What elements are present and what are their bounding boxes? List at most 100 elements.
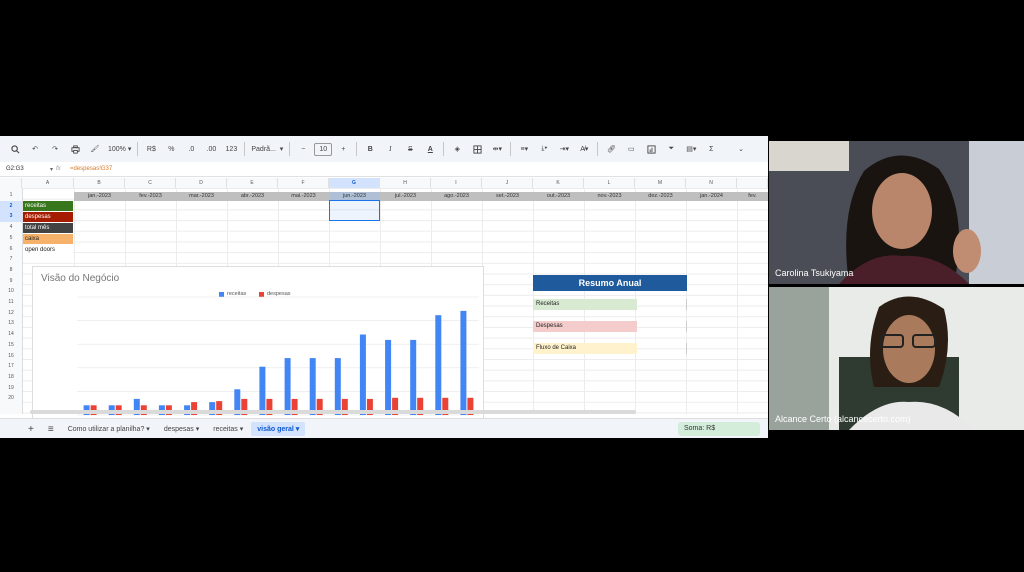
- resumo-value-despesas[interactable]: [637, 321, 687, 332]
- row-header[interactable]: 9: [0, 276, 22, 287]
- formula-input[interactable]: =despesas!G37: [70, 166, 112, 172]
- resumo-label-receitas[interactable]: Receitas: [533, 299, 637, 310]
- row-header[interactable]: 17: [0, 361, 22, 372]
- text-wrap-icon[interactable]: ⇥▾: [555, 141, 573, 157]
- column-header[interactable]: F: [278, 178, 329, 188]
- fill-color-icon[interactable]: ◈: [448, 141, 466, 157]
- row-header[interactable]: 18: [0, 372, 22, 383]
- cell-month-header[interactable]: set.-2023: [482, 192, 533, 201]
- decrease-font-size-button[interactable]: −: [294, 141, 312, 157]
- insert-link-icon[interactable]: 🔗︎: [602, 141, 620, 157]
- add-sheet-button[interactable]: +: [22, 422, 40, 436]
- cell-month-header[interactable]: out.-2023: [533, 192, 584, 201]
- cell-selection[interactable]: [329, 200, 380, 221]
- cell-month-header[interactable]: abr.-2023: [227, 192, 278, 201]
- bar-receitas-15[interactable]: [435, 315, 442, 415]
- cell-month-header[interactable]: jul.-2023: [380, 192, 431, 201]
- redo-icon[interactable]: ↷: [46, 141, 64, 157]
- filter-views-icon[interactable]: ▤▾: [682, 141, 700, 157]
- strikethrough-button[interactable]: S: [401, 141, 419, 157]
- row-header[interactable]: 7: [0, 254, 22, 265]
- row-header[interactable]: 15: [0, 340, 22, 351]
- chart-visao-do-negocio[interactable]: Visão do Negócio receitas despesas: [32, 266, 484, 420]
- row-header[interactable]: 10: [0, 286, 22, 297]
- row-header-selected[interactable]: 2: [0, 200, 22, 212]
- cell-month-header[interactable]: mai.-2023: [278, 192, 329, 201]
- row-header[interactable]: 12: [0, 308, 22, 319]
- increase-font-size-button[interactable]: +: [334, 141, 352, 157]
- search-menus-icon[interactable]: [6, 141, 24, 157]
- column-header[interactable]: N: [686, 178, 737, 188]
- cell-row-label[interactable]: open doors: [23, 245, 73, 255]
- italic-button[interactable]: I: [381, 141, 399, 157]
- row-header[interactable]: 11: [0, 297, 22, 308]
- resumo-label-fluxo[interactable]: Fluxo de Caixa: [533, 343, 637, 354]
- bar-receitas-8[interactable]: [259, 366, 266, 415]
- font-size-input[interactable]: 10: [314, 142, 333, 156]
- insert-comment-icon[interactable]: ▭: [622, 141, 640, 157]
- cell-month-header[interactable]: dez.-2023: [635, 192, 686, 201]
- tab-receitas[interactable]: receitas ▾: [207, 422, 249, 436]
- bar-receitas-9[interactable]: [284, 358, 291, 415]
- cell-month-header[interactable]: mar.-2023: [176, 192, 227, 201]
- tab-despesas[interactable]: despesas ▾: [158, 422, 205, 436]
- paint-format-icon[interactable]: 🖌︎: [86, 141, 104, 157]
- borders-icon[interactable]: [468, 141, 486, 157]
- tab-como-utilizar[interactable]: Como utilizar a planilha? ▾: [62, 422, 156, 436]
- row-header[interactable]: 1: [0, 190, 22, 201]
- column-header-selected[interactable]: G: [329, 178, 380, 188]
- text-rotation-icon[interactable]: A̸▾: [575, 141, 593, 157]
- column-header[interactable]: E: [227, 178, 278, 188]
- bar-receitas-14[interactable]: [410, 339, 417, 415]
- zoom-select[interactable]: 100% ▾: [106, 141, 133, 157]
- row-header[interactable]: 16: [0, 351, 22, 362]
- resumo-label-despesas[interactable]: Despesas: [533, 321, 637, 332]
- horizontal-scrollbar[interactable]: [30, 410, 636, 414]
- row-header[interactable]: 14: [0, 329, 22, 340]
- cell-month-header[interactable]: jan.-2023: [74, 192, 125, 201]
- cell-row-label[interactable]: receitas: [23, 201, 73, 211]
- row-header[interactable]: 13: [0, 318, 22, 329]
- all-sheets-button[interactable]: ≡: [42, 422, 60, 436]
- cell-month-header[interactable]: nov.-2023: [584, 192, 635, 201]
- bar-receitas-10[interactable]: [309, 358, 316, 415]
- row-header[interactable]: 4: [0, 222, 22, 233]
- column-header[interactable]: M: [635, 178, 686, 188]
- bar-receitas-13[interactable]: [385, 339, 392, 415]
- collapse-toolbar-icon[interactable]: ⌄: [732, 141, 750, 157]
- print-icon[interactable]: [66, 141, 84, 157]
- cell-month-header[interactable]: fev.-2023: [125, 192, 176, 201]
- vertical-align-icon[interactable]: ⤓▾: [535, 141, 553, 157]
- undo-icon[interactable]: ↶: [26, 141, 44, 157]
- column-header[interactable]: K: [533, 178, 584, 188]
- functions-button[interactable]: Σ: [702, 141, 720, 157]
- bold-button[interactable]: B: [361, 141, 379, 157]
- row-header[interactable]: 6: [0, 244, 22, 255]
- row-header[interactable]: 8: [0, 265, 22, 276]
- participant-tile-carolina[interactable]: Carolina Tsukiyama: [769, 141, 1024, 284]
- row-header[interactable]: 19: [0, 383, 22, 394]
- increase-decimals-button[interactable]: .00: [202, 141, 220, 157]
- resumo-value-fluxo[interactable]: [637, 343, 687, 354]
- name-box[interactable]: G2:G3: [0, 166, 50, 172]
- cell-month-header[interactable]: jan.-2024: [686, 192, 737, 201]
- resumo-title[interactable]: Resumo Anual: [533, 275, 687, 291]
- column-header[interactable]: H: [380, 178, 431, 188]
- bar-receitas-12[interactable]: [359, 334, 366, 416]
- more-formats-button[interactable]: 123: [222, 141, 240, 157]
- column-header[interactable]: [737, 178, 768, 188]
- cell-row-label[interactable]: caixa: [23, 234, 73, 244]
- resumo-value-receitas[interactable]: [637, 299, 687, 310]
- row-header[interactable]: 5: [0, 233, 22, 244]
- font-select[interactable]: Padrã... ▾: [249, 141, 285, 157]
- percent-format-button[interactable]: %: [162, 141, 180, 157]
- sum-indicator[interactable]: Soma: R$: [678, 422, 760, 436]
- bar-receitas-11[interactable]: [334, 358, 341, 415]
- tab-visao-geral[interactable]: visão geral ▾: [251, 422, 306, 436]
- text-color-button[interactable]: A: [421, 141, 439, 157]
- cell-month-header[interactable]: fev.: [737, 192, 768, 201]
- column-header[interactable]: I: [431, 178, 482, 188]
- column-header[interactable]: D: [176, 178, 227, 188]
- decrease-decimals-button[interactable]: .0: [182, 141, 200, 157]
- filter-icon[interactable]: ⏷: [662, 141, 680, 157]
